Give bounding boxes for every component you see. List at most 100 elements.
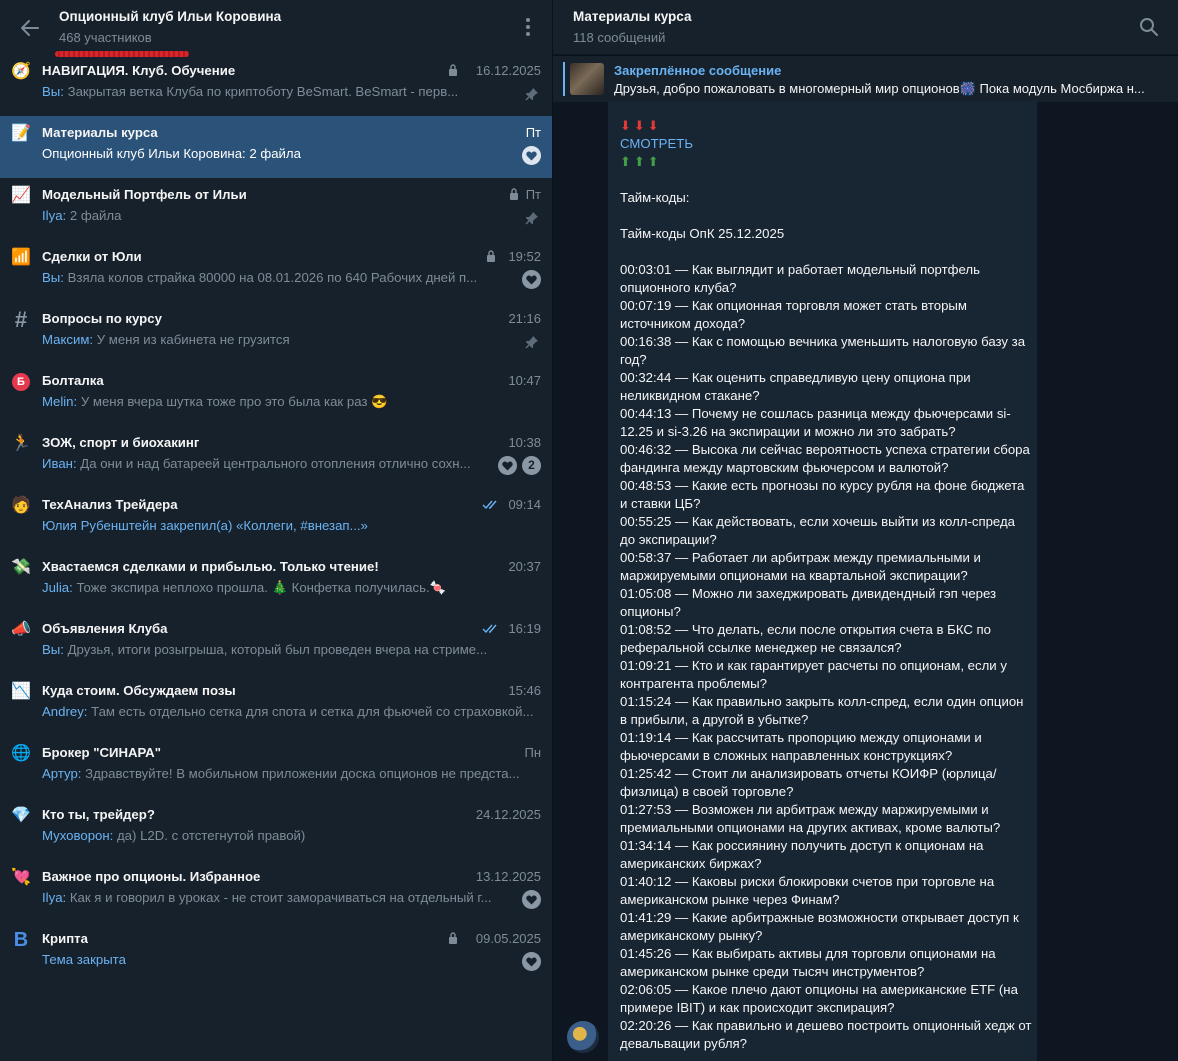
topic-row[interactable]: # Вопросы по курсу 21:16 Максим: У меня из … [0,302,552,364]
topic-row[interactable]: 📈 Модельный Портфель от Ильи Пт Ilya: 2 фай… [0,178,552,240]
pin-icon [525,212,538,225]
topic-preview: Melin: У меня вчера шутка тоже про это б… [42,394,537,410]
topic-preview-text: Опционный клуб Ильи Коровина: 2 файла [42,146,301,161]
topic-row[interactable]: 💸 Хвастаемся сделками и прибылью. Только … [0,550,552,612]
group-members-count: 468 участников [59,30,152,45]
topic-row[interactable]: 📝 Материалы курса Пт Опционный клуб Ильи Ко… [0,116,552,178]
signal-bars-icon: 📶 [11,249,31,266]
timecode-line: 01:27:53 — Возможен ли арбитраж между ма… [620,802,1001,835]
chat-title[interactable]: Материалы курса [573,9,691,24]
topic-sender: Ilya: [42,208,67,223]
group-header: Опционный клуб Ильи Коровина 468 участни… [0,0,552,57]
topic-title: ТехАнализ Трейдера [42,497,178,512]
topic-row[interactable]: 💘 Важное про опционы. Избранное 13.12.2025… [0,860,552,922]
megaphone-icon: 📣 [11,621,31,638]
topic-time: 15:46 [508,683,541,698]
timecode-line: 00:07:19 — Как опционная торговля может … [620,298,967,331]
pinned-message-bar[interactable]: Закреплённое сообщение Друзья, добро пож… [553,55,1178,102]
timecode-line: 01:08:52 — Что делать, если после открыт… [620,622,992,655]
reaction-heart-icon[interactable] [522,270,541,289]
topic-title: Куда стоим. Обсуждаем позы [42,683,236,698]
timecode-line: 01:40:12 — Каковы риски блокировки счето… [620,874,995,907]
topic-preview: Юлия Рубенштейн закрепил(а) «Коллеги, #в… [42,518,537,533]
topic-preview: Иван: Да они и над батареей центрального… [42,456,487,471]
topic-preview: Вы: Взяла колов страйка 80000 на 08.01.2… [42,270,512,285]
topic-preview: Вы: Закрытая ветка Клуба по криптоботу B… [42,84,512,99]
topic-row[interactable]: 📉 Куда стоим. Обсуждаем позы 15:46 Andrey: … [0,674,552,736]
timecode-line: 02:20:26 — Как правильно и дешево постро… [620,1018,1032,1051]
topic-time: 10:38 [508,435,541,450]
topic-sender: Муховорон: [42,828,114,843]
more-menu-icon[interactable] [520,16,536,40]
topic-row[interactable]: 🏃 ЗОЖ, спорт и биохакинг 10:38 Иван: Да они… [0,426,552,488]
topic-row[interactable]: 💎 Кто ты, трейдер? 24.12.2025 Муховорон: да… [0,798,552,860]
unread-badge: 2 [522,456,541,475]
timecode-line: 01:45:26 — Как выбирать активы для торго… [620,946,996,979]
topic-sender: Максим: [42,332,94,347]
diamond-icon: 💎 [11,807,31,824]
timecode-line: 00:16:38 — Как с помощью вечника уменьши… [620,334,1026,367]
topic-row[interactable]: B Крипта 09.05.2025 Тема закрыта [0,922,552,984]
face-icon: 🧑 [11,497,31,514]
topic-time: 21:16 [508,311,541,326]
message-bubble[interactable]: ⬇⬇⬇ СМОТРЕТЬ ⬆⬆⬆ Тайм-коды: Тайм-коды Оп… [608,101,1037,1061]
topic-row[interactable]: 🧭 НАВИГАЦИЯ. Клуб. Обучение 16.12.2025 Вы: … [0,54,552,116]
topic-list: 🧭 НАВИГАЦИЯ. Клуб. Обучение 16.12.2025 Вы: … [0,54,552,984]
topics-panel: Опционный клуб Ильи Коровина 468 участни… [0,0,552,1061]
topic-title: Брокер "СИНАРА" [42,745,161,760]
topic-preview-text: Здравствуйте! В мобильном приложении дос… [81,766,520,781]
timecode-line: 00:03:01 — Как выглядит и работает модел… [620,262,980,295]
b-blue-icon: B [13,929,29,951]
reaction-heart-icon[interactable] [522,146,541,165]
compass-icon: 🧭 [11,63,31,80]
lock-icon [487,250,495,262]
sender-avatar[interactable] [567,1021,599,1053]
hash-icon: # [14,307,28,332]
globe-icon: 🌐 [11,745,31,762]
topic-row[interactable]: 🧑 ТехАнализ Трейдера 09:14 Юлия Рубенштейн … [0,488,552,550]
pinned-indicator [563,62,565,96]
topic-preview-text: У меня из кабинета не грузится [93,332,290,347]
hearts-icon: 💘 [11,869,31,886]
topic-preview-text: 2 файла [66,208,122,223]
topic-row[interactable]: 🌐 Брокер "СИНАРА" Пн Артур: Здравствуйте! В… [0,736,552,798]
timecode-line: 00:48:53 — Какие есть прогнозы по курсу … [620,478,1025,511]
topic-time: 13.12.2025 [475,869,541,884]
topic-preview-text: Как я и говорил в уроках - не стоит замо… [66,890,492,905]
topic-preview-text: Юлия Рубенштейн закрепил(а) «Коллеги, #в… [42,518,368,533]
topic-row[interactable]: 📣 Объявления Клуба 16:19 Вы: Друзья, итоги … [0,612,552,674]
topic-preview: Julia: Тоже экспира неплохо прошла. 🎄 Ко… [42,580,537,596]
back-arrow-icon[interactable] [18,16,42,40]
topic-sender: Melin: [42,394,78,409]
chat-header: Материалы курса 118 сообщений [553,0,1178,54]
topic-time: 20:37 [508,559,541,574]
timecode-list: 00:03:01 — Как выглядит и работает модел… [620,261,1032,1053]
topic-title: Кто ты, трейдер? [42,807,155,822]
reaction-heart-icon[interactable] [498,456,517,475]
timecodes-date: Тайм-коды ОпК 25.12.2025 [620,226,785,241]
topic-row[interactable]: Б Болталка 10:47 Melin: У меня вчера шутка … [0,364,552,426]
money-icon: 💸 [11,559,31,576]
message-content: ⬇⬇⬇ СМОТРЕТЬ ⬆⬆⬆ Тайм-коды: Тайм-коды Оп… [620,117,1032,1053]
topic-preview: Вы: Друзья, итоги розыгрыша, который был… [42,642,537,657]
search-icon[interactable] [1139,17,1159,37]
topic-title: Вопросы по курсу [42,311,162,326]
topic-sender: Вы: [42,642,64,657]
watch-link[interactable]: СМОТРЕТЬ [620,135,1032,153]
topic-preview: Andrey: Там есть отдельно сетка для спот… [42,704,537,719]
pin-icon [525,88,538,101]
topic-preview: Опционный клуб Ильи Коровина: 2 файла [42,146,512,161]
reaction-heart-icon[interactable] [522,890,541,909]
topic-time: Пт [525,187,541,202]
chart-down-icon: 📉 [11,683,31,700]
lock-icon [449,64,457,76]
topic-row[interactable]: 📶 Сделки от Юли 19:52 Вы: Взяла колов страй… [0,240,552,302]
topic-preview-text: да) L2D. с отстегнутой правой) [113,828,306,843]
reaction-heart-icon[interactable] [522,952,541,971]
group-title[interactable]: Опционный клуб Ильи Коровина [59,9,281,24]
topic-preview-text: Да они и над батареей центрального отопл… [76,456,471,471]
pinned-label: Закреплённое сообщение [614,63,782,78]
topic-title: Важное про опционы. Избранное [42,869,261,884]
topic-sender: Julia: [42,580,73,595]
timecode-line: 01:25:42 — Стоит ли анализировать отчеты… [620,766,997,799]
